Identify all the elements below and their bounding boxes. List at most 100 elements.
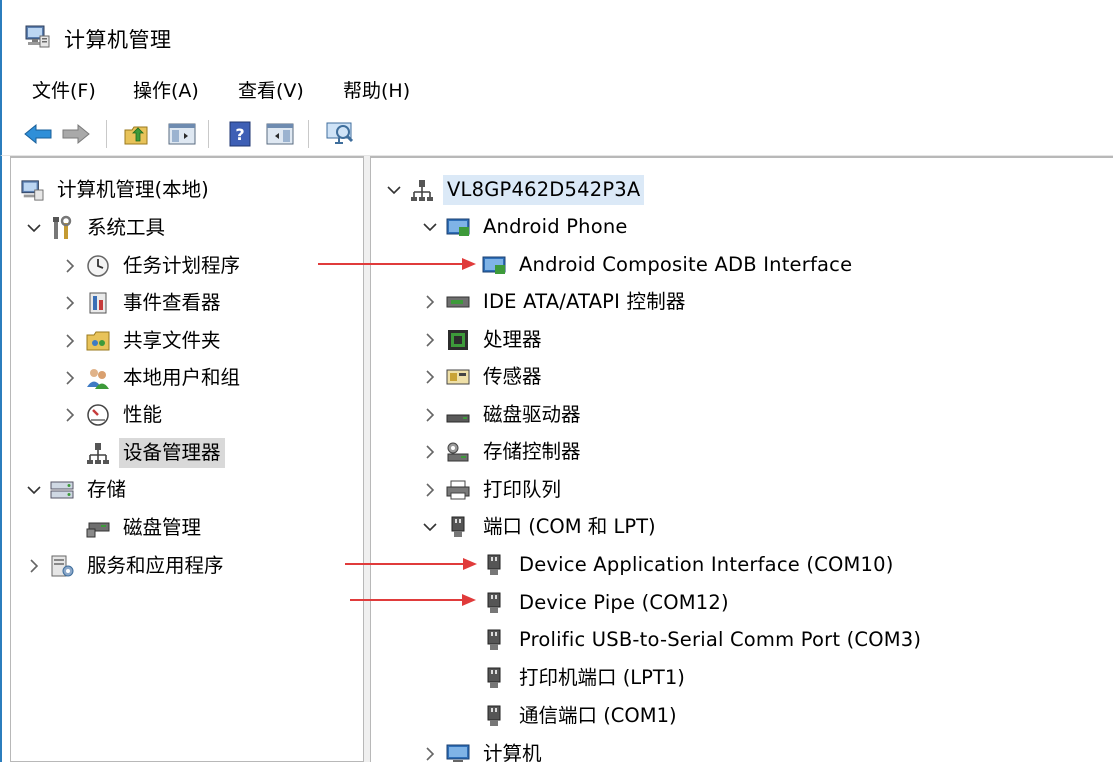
menu-bar: 文件(F) 操作(A) 查看(V) 帮助(H) [0,62,1113,112]
device-category-ports[interactable]: 端口 (COM 和 LPT) [421,509,660,545]
annotation-arrow [318,258,476,270]
storage-controller-icon [445,439,471,465]
sensor-icon [445,364,471,390]
tree-item-label: 传感器 [483,365,542,388]
console-tree-pane: 计算机管理(本地) 系统工具 任务计划程序 事件查看器 共享文件夹 本地用户和组… [10,156,364,762]
properties-pane-icon[interactable] [264,118,296,150]
tree-item-label: 共享文件夹 [123,329,221,352]
chevron-right-icon[interactable] [25,557,43,575]
device-manager-icon [409,177,435,203]
back-arrow-icon[interactable] [22,118,54,150]
chevron-right-icon[interactable] [61,406,79,424]
tree-item-label: Device Pipe (COM12) [519,591,729,614]
chevron-right-icon[interactable] [421,331,439,349]
device-android-adb-interface[interactable]: Android Composite ADB Interface [457,247,856,283]
device-category-computer[interactable]: 计算机 [421,736,546,762]
port-icon [481,552,507,578]
processor-icon [445,327,471,353]
device-category-processor[interactable]: 处理器 [421,322,546,358]
device-port-com3[interactable]: Prolific USB-to-Serial Comm Port (COM3) [457,622,925,658]
port-icon [481,665,507,691]
chevron-down-icon[interactable] [385,181,403,199]
monitor-icon[interactable] [324,118,356,150]
tree-item-label: 计算机 [483,742,542,762]
tree-item-label: 打印队列 [483,478,562,501]
show-hide-tree-icon[interactable] [166,118,198,150]
title-bar: 计算机管理 [0,0,1113,62]
chevron-down-icon[interactable] [421,218,439,236]
up-folder-icon[interactable] [120,118,152,150]
device-category-storage-controller[interactable]: 存储控制器 [421,434,585,470]
menu-file[interactable]: 文件(F) [32,76,96,103]
toolbar-separator [308,120,309,148]
tree-item-label: 计算机管理(本地) [57,178,209,201]
menu-view[interactable]: 查看(V) [238,76,304,103]
tree-item-shared-folders[interactable]: 共享文件夹 [61,323,225,359]
device-port-lpt1[interactable]: 打印机端口 (LPT1) [457,660,689,696]
tree-item-task-scheduler[interactable]: 任务计划程序 [61,248,244,284]
android-device-icon [481,252,507,278]
chevron-down-icon[interactable] [421,518,439,536]
tree-item-label: 磁盘驱动器 [483,403,581,426]
menu-action[interactable]: 操作(A) [133,76,199,103]
device-category-ide[interactable]: IDE ATA/ATAPI 控制器 [421,284,690,320]
forward-arrow-icon[interactable] [60,118,92,150]
tree-item-performance[interactable]: 性能 [61,397,166,433]
tree-item-label: 系统工具 [87,216,166,239]
tree-item-label: 打印机端口 (LPT1) [519,666,685,689]
menu-help[interactable]: 帮助(H) [343,76,410,103]
shared-folder-icon [85,328,111,354]
chevron-right-icon[interactable] [61,369,79,387]
tree-item-storage[interactable]: 存储 [25,472,130,508]
port-icon [481,590,507,616]
computer-name: VL8GP462D542P3A [443,175,645,205]
chevron-right-icon[interactable] [421,481,439,499]
storage-icon [49,477,75,503]
disk-drive-icon [445,402,471,428]
chevron-right-icon[interactable] [61,294,79,312]
device-port-com1[interactable]: 通信端口 (COM1) [457,698,681,734]
port-icon [481,703,507,729]
device-category-sensor[interactable]: 传感器 [421,359,546,395]
tree-item-services-apps[interactable]: 服务和应用程序 [25,548,228,584]
tree-item-label: Device Application Interface (COM10) [519,553,894,576]
window-title: 计算机管理 [64,28,172,52]
chevron-right-icon[interactable] [61,257,79,275]
chevron-right-icon[interactable] [421,745,439,762]
tree-item-label: 设备管理器 [119,438,225,468]
tree-item-label: 事件查看器 [123,291,221,314]
users-icon [85,365,111,391]
device-port-com12[interactable]: Device Pipe (COM12) [457,585,733,621]
chevron-down-icon[interactable] [25,481,43,499]
chevron-right-icon[interactable] [421,293,439,311]
chevron-right-icon[interactable] [61,332,79,350]
tree-item-local-users[interactable]: 本地用户和组 [61,360,244,396]
chevron-right-icon[interactable] [421,406,439,424]
clock-icon [85,253,111,279]
printer-icon [445,477,471,503]
tree-item-computer-management[interactable]: 计算机管理(本地) [19,172,213,208]
device-manager-icon [85,440,111,466]
tree-item-label: Android Composite ADB Interface [519,253,853,276]
tree-item-system-tools[interactable]: 系统工具 [25,210,169,246]
device-tree-computer[interactable]: VL8GP462D542P3A [385,172,645,208]
device-category-print-queue[interactable]: 打印队列 [421,472,565,508]
tree-item-label: 性能 [123,403,163,426]
tree-item-device-manager[interactable]: 设备管理器 [61,435,225,471]
performance-icon [85,402,111,428]
chevron-down-icon[interactable] [25,219,43,237]
annotation-arrow [345,558,477,570]
tree-item-label: 存储 [87,478,127,501]
help-icon[interactable]: ? [224,118,256,150]
chevron-right-icon[interactable] [421,368,439,386]
tree-item-label: 存储控制器 [483,440,581,463]
tree-item-disk-management[interactable]: 磁盘管理 [61,510,205,546]
chevron-right-icon[interactable] [421,443,439,461]
tree-item-event-viewer[interactable]: 事件查看器 [61,285,225,321]
device-category-android-phone[interactable]: Android Phone [421,209,632,245]
device-category-disk-drive[interactable]: 磁盘驱动器 [421,397,585,433]
content-area: 计算机管理(本地) 系统工具 任务计划程序 事件查看器 共享文件夹 本地用户和组… [0,156,1113,762]
disk-management-icon [85,515,111,541]
device-port-com10[interactable]: Device Application Interface (COM10) [457,547,898,583]
svg-text:?: ? [235,125,244,144]
